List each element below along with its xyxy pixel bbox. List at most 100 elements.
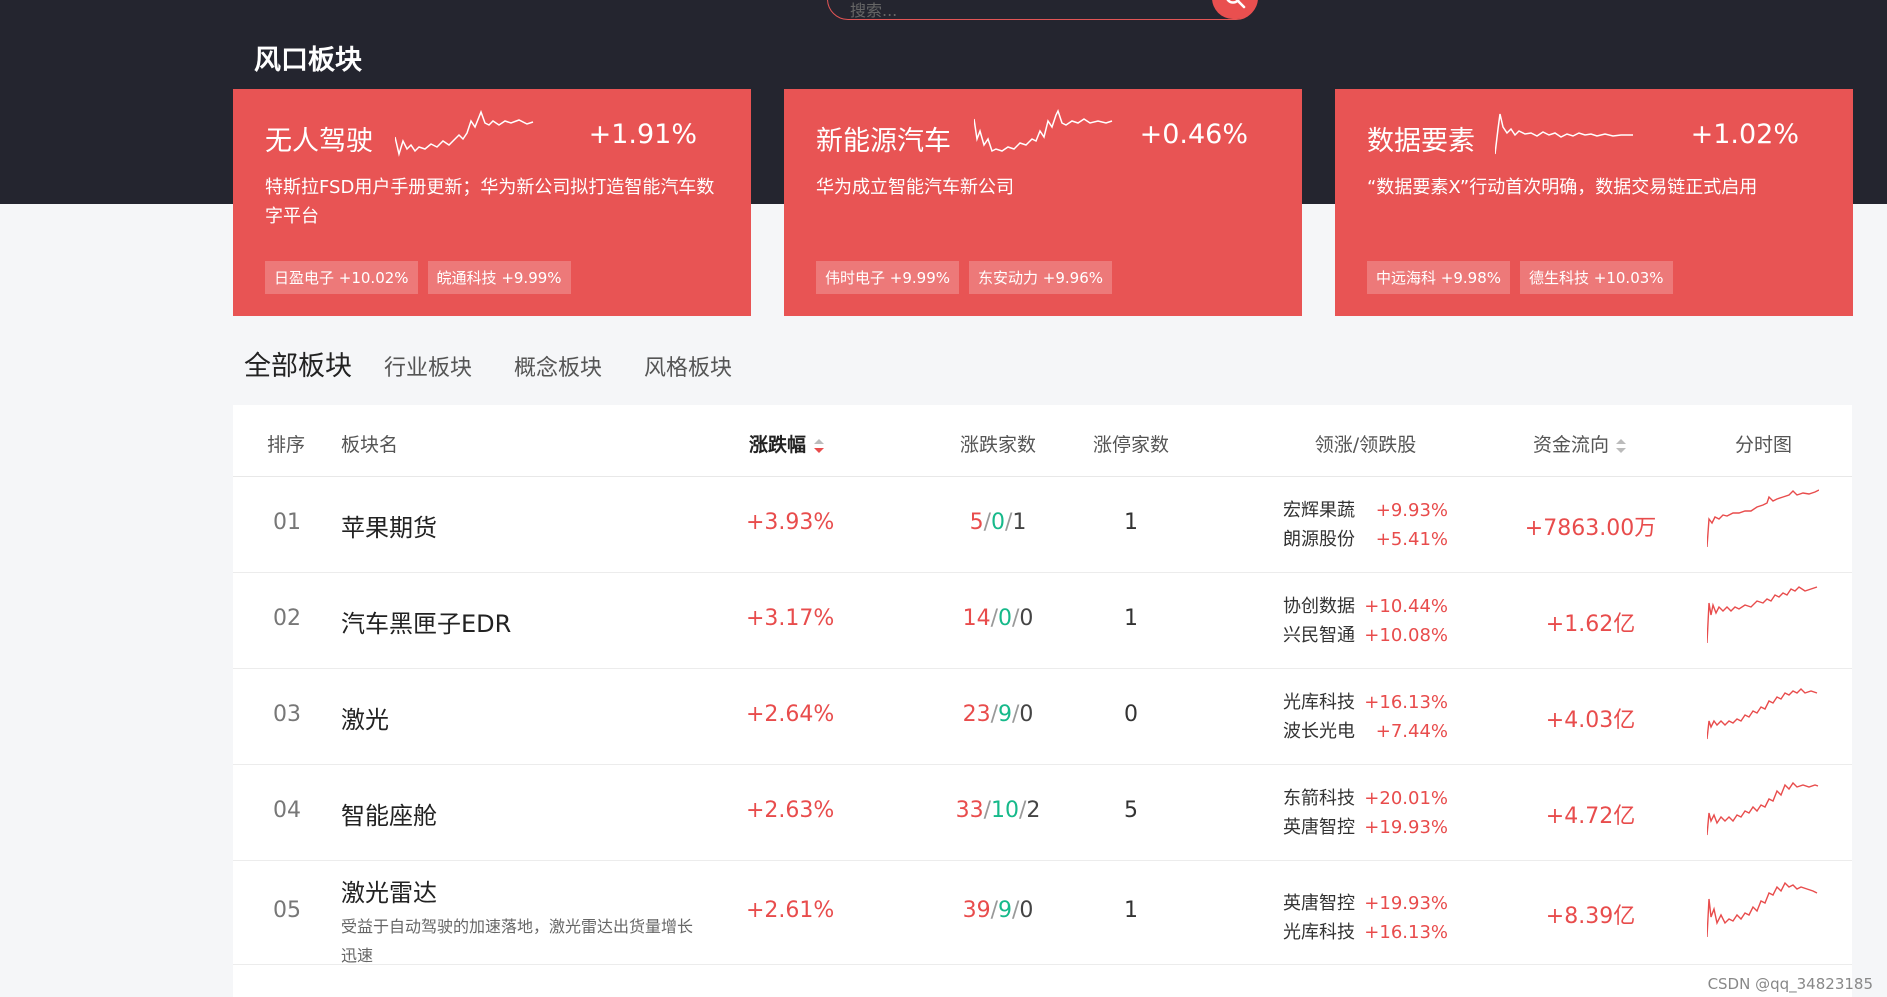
row-count: 5/0/1	[969, 510, 1027, 535]
sort-icon	[813, 438, 824, 453]
flat-count: 10	[991, 798, 1019, 823]
row-count: 39/9/0	[962, 898, 1034, 923]
flat-count: 9	[998, 898, 1012, 923]
sector-table: 排序 板块名 涨跌幅 涨跌家数 涨停家数 领涨/领跌股 资金流向 分时图 01 …	[233, 405, 1852, 997]
sort-icon	[1616, 438, 1627, 453]
lead-stock-pct: +7.44%	[1375, 721, 1448, 742]
row-name[interactable]: 苹果期货	[341, 508, 437, 543]
hot-card[interactable]: 数据要素 +1.02% “数据要素X”行动首次明确，数据交易链正式启用 中远海科…	[1335, 89, 1853, 316]
lead-stock[interactable]: 光库科技	[1283, 688, 1355, 717]
row-count: 33/10/2	[955, 798, 1041, 823]
row-lead: 英唐智控 +19.93% 光库科技 +16.13%	[1283, 889, 1448, 947]
row-limit: 5	[1124, 798, 1138, 823]
row-name[interactable]: 激光雷达	[341, 873, 696, 908]
row-lead: 东箭科技 +20.01% 英唐智控 +19.93%	[1283, 784, 1448, 842]
table-row[interactable]: 03 激光 +2.64% 23/9/0 0 光库科技 +16.13% 波长光电 +7…	[233, 669, 1852, 765]
hot-card-name: 无人驾驶	[265, 126, 373, 157]
up-count: 39	[962, 898, 991, 923]
lead-stock[interactable]: 宏辉果蔬	[1283, 496, 1355, 525]
row-count: 14/0/0	[962, 606, 1034, 631]
header-pct-label: 涨跌幅	[749, 434, 807, 456]
row-flow: +1.62亿	[1545, 612, 1636, 637]
lead-stock-pct: +16.13%	[1364, 692, 1448, 713]
table-row[interactable]: 01 苹果期货 +3.93% 5/0/1 1 宏辉果蔬 +9.93% 朗源股份 +5…	[233, 477, 1852, 573]
row-flow: +4.03亿	[1545, 708, 1636, 733]
row-pct: +2.61%	[746, 898, 835, 923]
row-lead: 光库科技 +16.13% 波长光电 +7.44%	[1283, 688, 1448, 746]
down-count: 0	[1019, 702, 1034, 727]
lead-stock[interactable]: 朗源股份	[1283, 525, 1355, 554]
tab-style[interactable]: 风格板块	[644, 350, 732, 382]
up-count: 33	[955, 798, 984, 823]
table-row[interactable]: 05 激光雷达 受益于自动驾驶的加速落地，激光雷达出货量增长迅速 +2.61% …	[233, 861, 1852, 965]
hot-card-desc: 华为成立智能汽车新公司	[816, 177, 1014, 198]
row-name[interactable]: 激光	[341, 700, 389, 735]
row-pct: +2.63%	[746, 798, 835, 823]
header-count: 涨跌家数	[959, 434, 1036, 456]
row-rank: 01	[273, 510, 301, 535]
row-rank: 03	[273, 702, 301, 727]
lead-stock[interactable]: 波长光电	[1283, 717, 1355, 746]
tab-all[interactable]: 全部板块	[244, 344, 352, 383]
flat-count: 0	[998, 606, 1012, 631]
sparkline-chart	[1495, 113, 1633, 155]
table-header: 排序 板块名 涨跌幅 涨跌家数 涨停家数 领涨/领跌股 资金流向 分时图	[233, 405, 1852, 477]
down-count: 1	[1012, 510, 1027, 535]
row-limit: 1	[1124, 606, 1138, 631]
search-icon	[1226, 0, 1246, 9]
hot-card-tag[interactable]: 日盈电子 +10.02%	[265, 261, 418, 294]
row-rank: 02	[273, 606, 301, 631]
lead-stock[interactable]: 英唐智控	[1283, 813, 1355, 842]
row-count: 23/9/0	[962, 702, 1034, 727]
lead-stock[interactable]: 东箭科技	[1283, 784, 1355, 813]
search-bar[interactable]: 搜索...	[827, 0, 1258, 20]
row-rank: 05	[273, 898, 301, 923]
lead-stock-pct: +10.44%	[1364, 596, 1448, 617]
lead-stock-pct: +5.41%	[1375, 529, 1448, 550]
lead-stock[interactable]: 协创数据	[1283, 592, 1355, 621]
row-flow: +4.72亿	[1545, 804, 1636, 829]
row-flow: +8.39亿	[1545, 904, 1636, 929]
row-name[interactable]: 汽车黑匣子EDR	[341, 604, 511, 639]
intraday-sparkline	[1707, 586, 1818, 644]
lead-stock[interactable]: 兴民智通	[1283, 621, 1355, 650]
row-limit: 1	[1124, 898, 1138, 923]
header-rank: 排序	[267, 434, 306, 456]
search-placeholder: 搜索...	[850, 1, 898, 20]
tab-industry[interactable]: 行业板块	[384, 350, 472, 382]
header-name: 板块名	[341, 434, 399, 456]
hot-card-name: 新能源汽车	[816, 126, 951, 157]
up-count: 5	[969, 510, 984, 535]
flat-count: 0	[991, 510, 1005, 535]
table-row[interactable]: 02 汽车黑匣子EDR +3.17% 14/0/0 1 协创数据 +10.44% …	[233, 573, 1852, 669]
row-desc: 受益于自动驾驶的加速落地，激光雷达出货量增长迅速	[341, 917, 694, 965]
hot-card-tag[interactable]: 德生科技 +10.03%	[1520, 261, 1673, 294]
hot-card-desc: 特斯拉FSD用户手册更新；华为新公司拟打造智能汽车数字平台	[265, 177, 715, 227]
row-name-block: 激光雷达 受益于自动驾驶的加速落地，激光雷达出货量增长迅速	[341, 873, 696, 970]
tab-concept[interactable]: 概念板块	[514, 350, 602, 382]
table-row[interactable]: 04 智能座舱 +2.63% 33/10/2 5 东箭科技 +20.01% 英唐智…	[233, 765, 1852, 861]
hot-card-tag[interactable]: 东安动力 +9.96%	[969, 261, 1112, 294]
up-count: 23	[962, 702, 991, 727]
intraday-sparkline	[1707, 881, 1818, 938]
header-flow[interactable]: 资金流向	[1533, 430, 1627, 457]
sparkline-chart	[395, 109, 534, 157]
hot-card-pct: +1.02%	[1690, 119, 1799, 150]
hot-card-tag[interactable]: 中远海科 +9.98%	[1367, 261, 1510, 294]
header-flow-label: 资金流向	[1533, 434, 1610, 456]
hot-card-pct: +0.46%	[1139, 119, 1248, 150]
lead-stock-pct: +10.08%	[1364, 625, 1448, 646]
hot-card-tag[interactable]: 伟时电子 +9.99%	[816, 261, 959, 294]
row-pct: +3.17%	[746, 606, 835, 631]
lead-stock-pct: +16.13%	[1364, 922, 1448, 943]
sparkline-chart	[974, 109, 1113, 153]
hot-card-tag[interactable]: 皖通科技 +9.99%	[427, 261, 571, 294]
lead-stock[interactable]: 英唐智控	[1283, 889, 1355, 918]
row-name[interactable]: 智能座舱	[341, 796, 437, 831]
header-pct[interactable]: 涨跌幅	[749, 430, 825, 457]
up-count: 14	[962, 606, 991, 631]
hot-card[interactable]: 无人驾驶 +1.91% 特斯拉FSD用户手册更新；华为新公司拟打造智能汽车数字平…	[233, 89, 751, 316]
hot-card[interactable]: 新能源汽车 +0.46% 华为成立智能汽车新公司 伟时电子 +9.99% 东安动…	[784, 89, 1302, 316]
lead-stock[interactable]: 光库科技	[1283, 918, 1355, 947]
intraday-sparkline	[1707, 489, 1819, 548]
